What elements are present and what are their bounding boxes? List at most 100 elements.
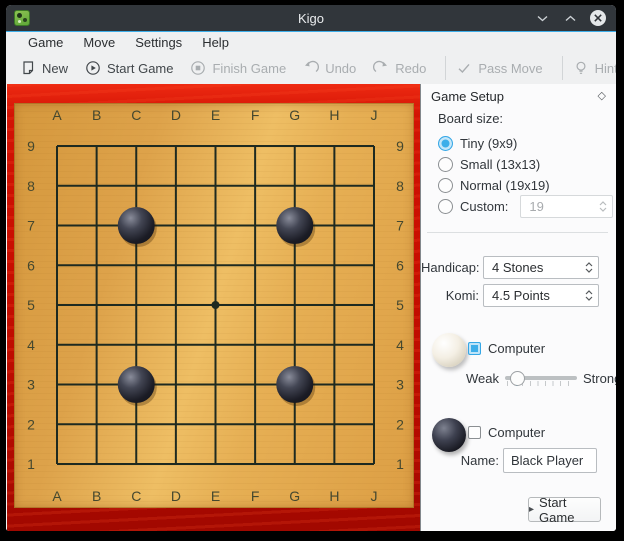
custom-size-spinbox[interactable]: 19: [520, 195, 613, 218]
redo-button[interactable]: Redo: [373, 60, 426, 76]
chevron-down-icon: [585, 296, 593, 301]
spin-buttons[interactable]: [599, 196, 607, 217]
go-board-view: AABBCCDDEEFFGGHHJJ998877665544332211: [6, 84, 420, 531]
svg-text:2: 2: [27, 416, 35, 432]
radio-dot[interactable]: [438, 157, 453, 172]
svg-text:B: B: [92, 488, 101, 504]
svg-text:3: 3: [27, 377, 35, 393]
weak-label: Weak: [466, 371, 499, 386]
title-bar: Kigo: [6, 5, 616, 32]
komi-label: Komi:: [421, 288, 479, 303]
radio-small[interactable]: Small (13x13): [438, 155, 540, 174]
radio-dot[interactable]: [438, 199, 453, 214]
toolbar-separator: [445, 56, 446, 80]
svg-text:F: F: [251, 488, 260, 504]
menu-help[interactable]: Help: [192, 33, 239, 52]
svg-text:6: 6: [396, 257, 404, 273]
pass-move-button[interactable]: Pass Move: [456, 60, 542, 76]
svg-text:2: 2: [396, 416, 404, 432]
svg-text:1: 1: [27, 456, 35, 472]
black-computer-checkbox[interactable]: [468, 426, 481, 439]
toolbar: New Start Game Finish Game Undo Redo: [6, 52, 616, 84]
stop-circle-icon: [190, 60, 206, 76]
minimize-button[interactable]: [533, 9, 551, 27]
name-label: Name:: [441, 453, 499, 468]
new-button[interactable]: New: [20, 60, 68, 76]
svg-text:1: 1: [396, 456, 404, 472]
svg-text:B: B: [92, 107, 101, 123]
finish-game-button[interactable]: Finish Game: [190, 60, 286, 76]
undo-arrow-icon: [303, 60, 319, 76]
go-board-svg[interactable]: AABBCCDDEEFFGGHHJJ998877665544332211: [14, 103, 414, 508]
svg-text:C: C: [131, 107, 141, 123]
svg-text:D: D: [171, 488, 181, 504]
chevron-up-icon: [585, 262, 593, 267]
strength-slider[interactable]: [505, 368, 577, 388]
svg-text:5: 5: [27, 297, 35, 313]
radio-tiny[interactable]: Tiny (9x9): [438, 134, 517, 153]
undo-button[interactable]: Undo: [303, 60, 356, 76]
strength-slider-row: Weak Strong: [466, 368, 616, 388]
maximize-button[interactable]: [561, 9, 579, 27]
svg-text:A: A: [52, 107, 62, 123]
play-circle-icon: [85, 60, 101, 76]
svg-text:E: E: [211, 488, 220, 504]
menu-bar: Game Move Settings Help: [6, 32, 616, 52]
start-game-panel-button[interactable]: ▸ Start Game: [528, 497, 601, 522]
menu-game[interactable]: Game: [18, 33, 73, 52]
radio-dot[interactable]: [438, 178, 453, 193]
svg-text:4: 4: [396, 337, 404, 353]
handicap-row: Handicap: 4 Stones: [421, 256, 599, 279]
game-setup-panel: Game Setup ◇ Board size: Tiny (9x9) Smal…: [420, 84, 616, 531]
svg-text:G: G: [289, 488, 300, 504]
kigo-window: Kigo Game Move Settings Help: [6, 5, 616, 531]
komi-spinbox[interactable]: 4.5 Points: [483, 284, 599, 307]
toolbar-separator: [562, 56, 563, 80]
panel-title: Game Setup: [431, 89, 504, 104]
board-size-label: Board size:: [438, 111, 503, 126]
spin-buttons[interactable]: [585, 257, 593, 278]
svg-text:C: C: [131, 488, 141, 504]
svg-text:9: 9: [396, 138, 404, 154]
svg-text:J: J: [371, 107, 378, 123]
play-arrow-icon: ▸: [529, 505, 534, 515]
svg-text:E: E: [211, 107, 220, 123]
white-stone-image: [432, 333, 466, 367]
svg-text:3: 3: [396, 377, 404, 393]
svg-text:H: H: [329, 488, 339, 504]
window-title: Kigo: [6, 11, 616, 26]
strength-slider-handle[interactable]: [510, 371, 525, 386]
black-computer-row[interactable]: Computer: [468, 425, 545, 439]
radio-custom[interactable]: Custom: 19: [438, 197, 613, 216]
handicap-spinbox[interactable]: 4 Stones: [483, 256, 599, 279]
komi-row: Komi: 4.5 Points: [421, 284, 599, 307]
separator: [427, 232, 608, 233]
lightbulb-icon: [573, 60, 589, 76]
svg-text:J: J: [371, 488, 378, 504]
radio-normal[interactable]: Normal (19x19): [438, 176, 550, 195]
radio-dot[interactable]: [438, 136, 453, 151]
menu-move[interactable]: Move: [73, 33, 125, 52]
redo-arrow-icon: [373, 60, 389, 76]
spin-buttons[interactable]: [585, 285, 593, 306]
checkmark-icon: [456, 60, 472, 76]
svg-text:6: 6: [27, 257, 35, 273]
chevron-up-icon: [599, 201, 607, 206]
chevron-up-icon: [585, 290, 593, 295]
chevron-down-icon: [599, 207, 607, 212]
black-player-name-input[interactable]: Black Player: [503, 448, 597, 473]
svg-text:G: G: [289, 107, 300, 123]
name-row: Name: Black Player: [441, 448, 597, 473]
svg-text:H: H: [329, 107, 339, 123]
dock-float-icon[interactable]: ◇: [598, 91, 606, 102]
hint-button[interactable]: Hint: [573, 60, 616, 76]
menu-settings[interactable]: Settings: [125, 33, 192, 52]
start-game-button[interactable]: Start Game: [85, 60, 173, 76]
white-computer-checkbox[interactable]: [468, 342, 481, 355]
close-button[interactable]: [589, 9, 607, 27]
svg-text:7: 7: [396, 218, 404, 234]
svg-text:4: 4: [27, 337, 35, 353]
svg-text:8: 8: [396, 178, 404, 194]
white-computer-row[interactable]: Computer: [468, 341, 545, 355]
svg-text:8: 8: [27, 178, 35, 194]
